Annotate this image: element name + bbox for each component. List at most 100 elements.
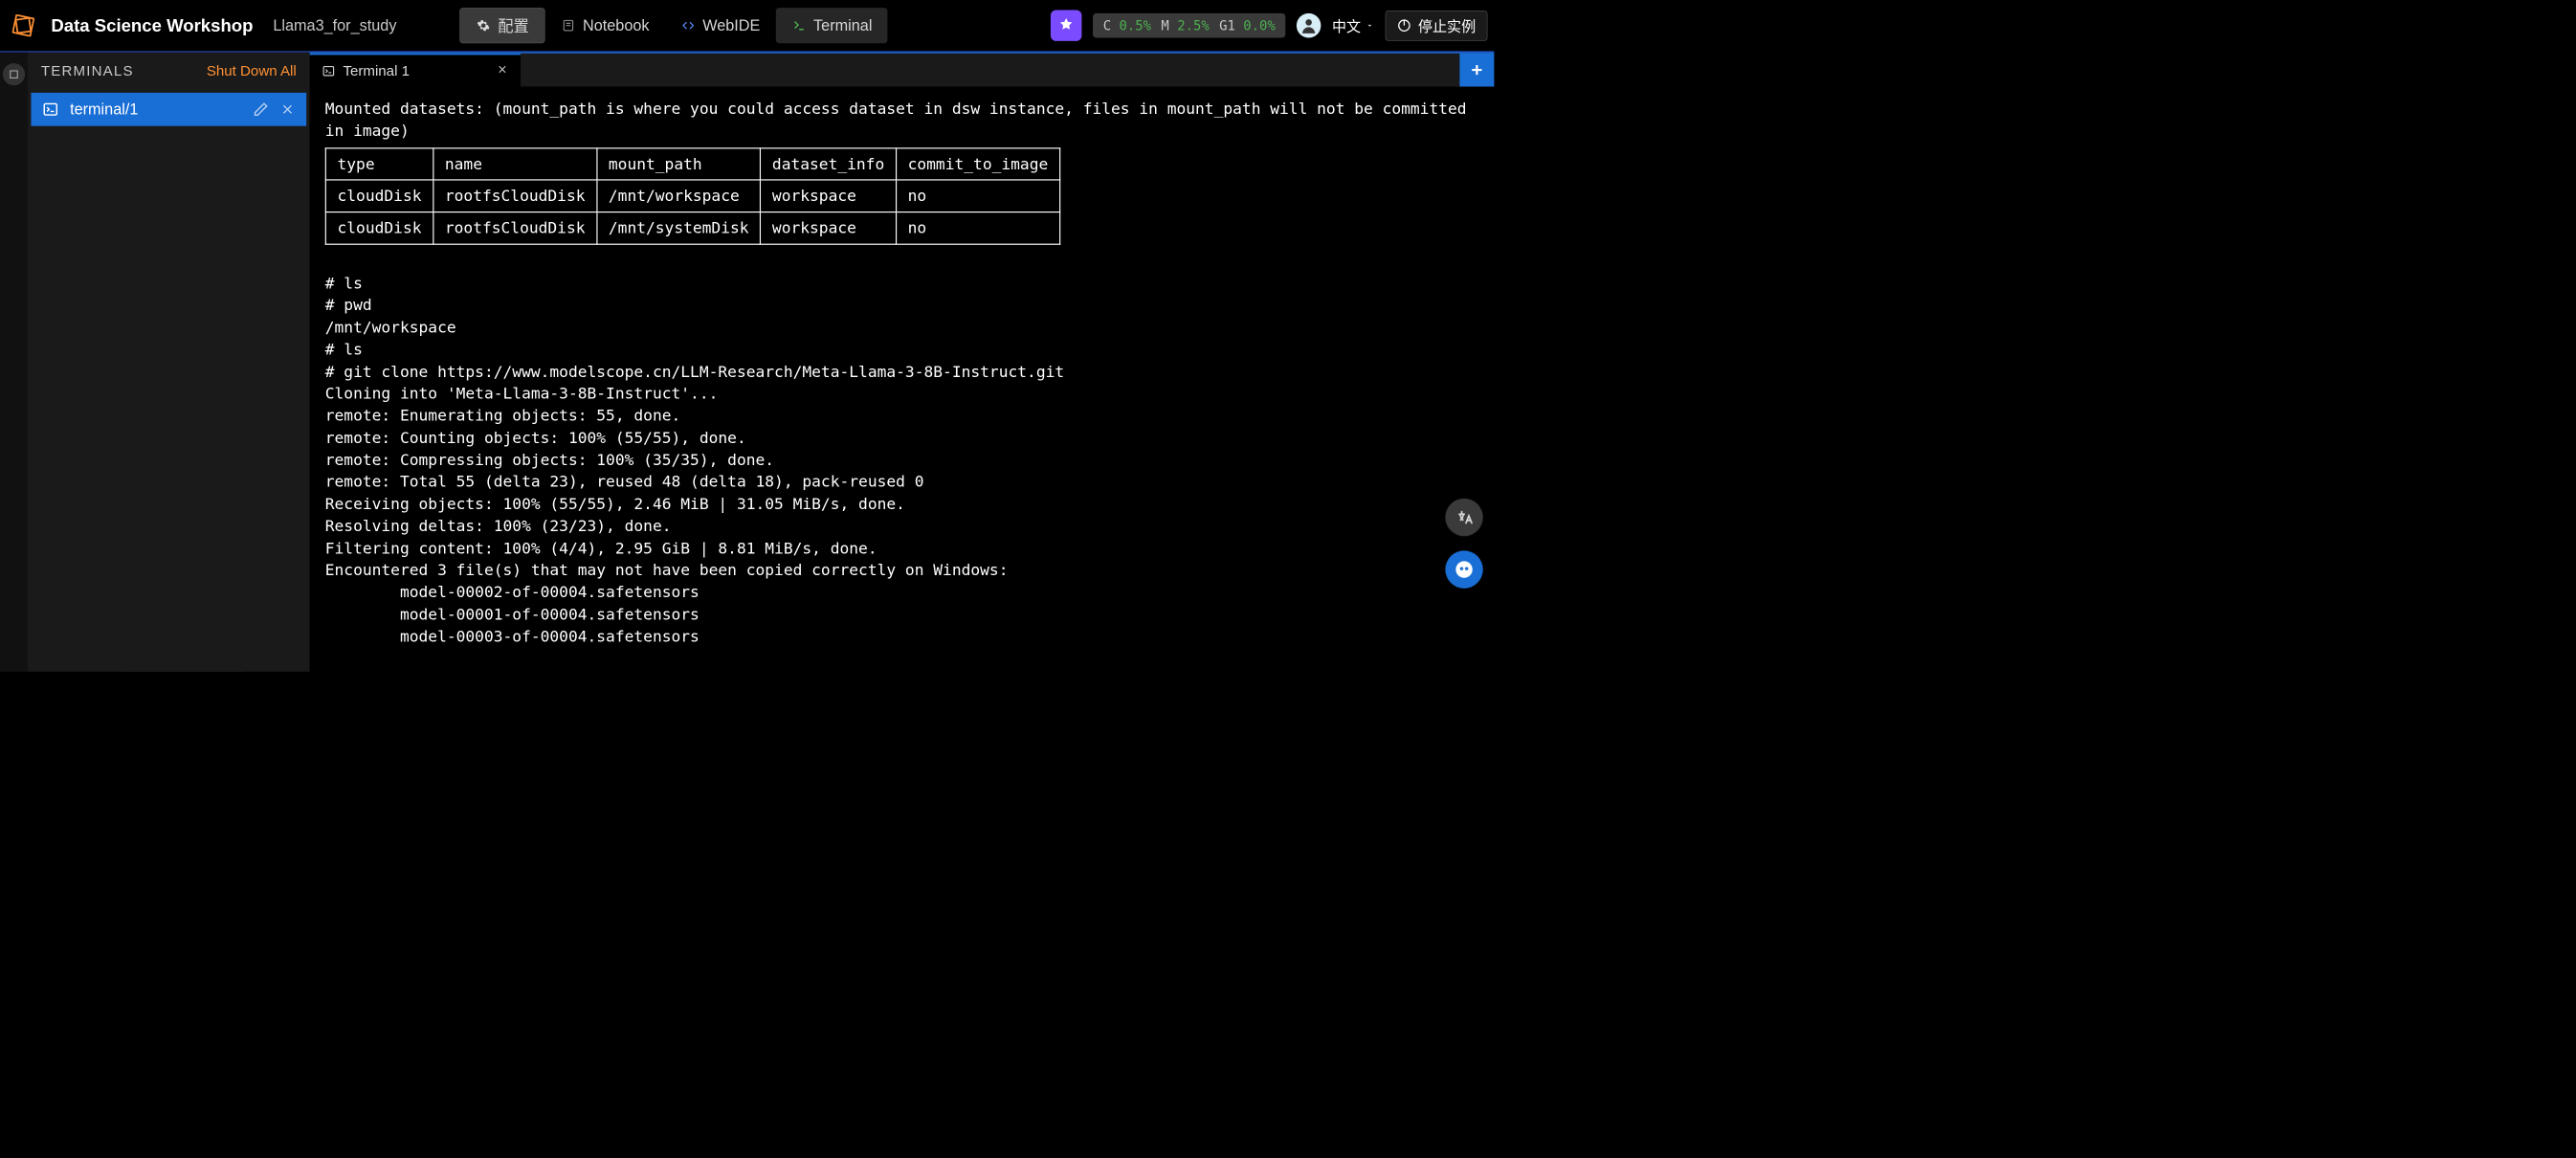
code-icon (680, 18, 696, 33)
gpu-label: G1 (1219, 18, 1235, 33)
close-icon[interactable] (279, 101, 295, 117)
terminal-line: Cloning into 'Meta-Llama-3-8B-Instruct'.… (325, 383, 1478, 405)
notebook-icon (561, 18, 576, 33)
extension-icon[interactable] (1051, 10, 1081, 40)
terminal-line: /mnt/workspace (325, 317, 1478, 339)
tab-close-button[interactable] (497, 62, 509, 79)
terminal-line: remote: Counting objects: 100% (55/55), … (325, 427, 1478, 449)
table-cell: no (897, 212, 1060, 244)
translate-button[interactable] (1445, 499, 1482, 536)
terminal-line: remote: Compressing objects: 100% (35/35… (325, 449, 1478, 471)
gpu-value: 0.0% (1243, 18, 1276, 33)
top-tabs: 配置 Notebook WebIDE Terminal (459, 8, 887, 43)
terminal-line: Mounted datasets: (mount_path is where y… (325, 98, 1478, 142)
floating-buttons (1445, 499, 1482, 589)
shutdown-all-button[interactable]: Shut Down All (207, 62, 297, 79)
terminal-line (325, 250, 1478, 272)
terminal-output[interactable]: Mounted datasets: (mount_path is where y… (310, 86, 1495, 671)
table-header-cell: type (325, 148, 433, 180)
editor-area: Terminal 1 Mounted datasets: (mount_path… (310, 53, 1495, 672)
table-cell: workspace (761, 212, 897, 244)
project-name: Llama3_for_study (273, 16, 439, 34)
terminal-line: # pwd (325, 295, 1478, 317)
terminal-line: # ls (325, 339, 1478, 361)
panel-title: TERMINALS (41, 62, 134, 79)
square-icon (8, 68, 20, 80)
tab-terminal-label: Terminal (813, 16, 872, 34)
cpu-label: C (1103, 18, 1111, 33)
tab-terminal[interactable]: Terminal (776, 8, 888, 43)
main-area: TERMINALS Shut Down All terminal/1 Termi… (0, 53, 1494, 672)
terminal-list: terminal/1 (28, 89, 310, 129)
translate-icon (1455, 508, 1474, 527)
topbar: Data Science Workshop Llama3_for_study 配… (0, 0, 1494, 53)
robot-icon (1455, 560, 1475, 580)
editor-tab-label: Terminal 1 (343, 62, 410, 79)
table-row: cloudDiskrootfsCloudDisk/mnt/workspacewo… (325, 180, 1059, 212)
terminals-panel: TERMINALS Shut Down All terminal/1 (28, 53, 310, 672)
mem-value: 2.5% (1177, 18, 1210, 33)
activity-item[interactable] (3, 63, 25, 85)
table-cell: cloudDisk (325, 212, 433, 244)
topbar-right: C 0.5% M 2.5% G1 0.0% 中文 停止实例 (1051, 10, 1487, 40)
terminal-line (325, 647, 1478, 669)
table-cell: rootfsCloudDisk (433, 180, 597, 212)
table-header-cell: name (433, 148, 597, 180)
resource-stats: C 0.5% M 2.5% G1 0.0% (1093, 13, 1285, 38)
language-label: 中文 (1332, 15, 1361, 35)
user-avatar[interactable] (1297, 13, 1321, 38)
table-cell: workspace (761, 180, 897, 212)
edit-icon[interactable] (253, 101, 268, 117)
mounted-datasets-table: typenamemount_pathdataset_infocommit_to_… (325, 147, 1060, 245)
terminal-item-label: terminal/1 (70, 100, 242, 119)
close-icon (497, 63, 509, 76)
terminal-line: # ls (325, 272, 1478, 294)
table-header-cell: dataset_info (761, 148, 897, 180)
terminal-line: Receiving objects: 100% (55/55), 2.46 Mi… (325, 493, 1478, 515)
logo-icon (12, 14, 34, 36)
assistant-button[interactable] (1445, 550, 1482, 588)
config-button[interactable]: 配置 (459, 8, 544, 43)
terminal-icon (322, 64, 335, 78)
terminal-line: model-00001-of-00004.safetensors (325, 603, 1478, 625)
terminal-line: remote: Total 55 (delta 23), reused 48 (… (325, 471, 1478, 493)
table-cell: cloudDisk (325, 180, 433, 212)
terminal-list-item[interactable]: terminal/1 (31, 93, 306, 126)
app-logo (7, 9, 40, 42)
table-header-cell: mount_path (597, 148, 761, 180)
terminal-line: model-00002-of-00004.safetensors (325, 581, 1478, 603)
terminal-icon (791, 18, 807, 33)
table-cell: rootfsCloudDisk (433, 212, 597, 244)
power-icon (1397, 18, 1411, 33)
terminal-line: Encountered 3 file(s) that may not have … (325, 559, 1478, 581)
terminal-line: model-00003-of-00004.safetensors (325, 625, 1478, 647)
editor-tab-bar: Terminal 1 (310, 53, 1495, 87)
tab-webide-label: WebIDE (702, 16, 760, 34)
table-cell: no (897, 180, 1060, 212)
config-label: 配置 (498, 14, 528, 36)
terminal-line: remote: Enumerating objects: 55, done. (325, 405, 1478, 427)
tab-notebook[interactable]: Notebook (545, 8, 665, 43)
terminal-line: # git clone https://www.modelscope.cn/LL… (325, 361, 1478, 383)
table-cell: /mnt/workspace (597, 180, 761, 212)
gear-icon (476, 18, 491, 33)
activity-bar (0, 53, 28, 672)
table-row: cloudDiskrootfsCloudDisk/mnt/systemDiskw… (325, 212, 1059, 244)
table-header-cell: commit_to_image (897, 148, 1060, 180)
mem-label: M (1161, 18, 1168, 33)
table-cell: /mnt/systemDisk (597, 212, 761, 244)
stop-instance-button[interactable]: 停止实例 (1386, 11, 1488, 41)
panel-header: TERMINALS Shut Down All (28, 53, 310, 90)
new-tab-button[interactable] (1459, 54, 1494, 87)
chevron-down-icon (1366, 21, 1374, 30)
editor-tab[interactable]: Terminal 1 (310, 54, 521, 87)
stop-label: 停止实例 (1418, 15, 1476, 35)
terminal-line: Filtering content: 100% (4/4), 2.95 GiB … (325, 537, 1478, 559)
tab-notebook-label: Notebook (583, 16, 650, 34)
app-title: Data Science Workshop (51, 15, 253, 35)
terminal-line: Resolving deltas: 100% (23/23), done. (325, 515, 1478, 537)
cpu-value: 0.5% (1119, 18, 1151, 33)
terminal-line: See: `git lfs help smudge` for more deta… (325, 669, 1478, 671)
tab-webide[interactable]: WebIDE (665, 8, 776, 43)
language-selector[interactable]: 中文 (1332, 15, 1374, 35)
